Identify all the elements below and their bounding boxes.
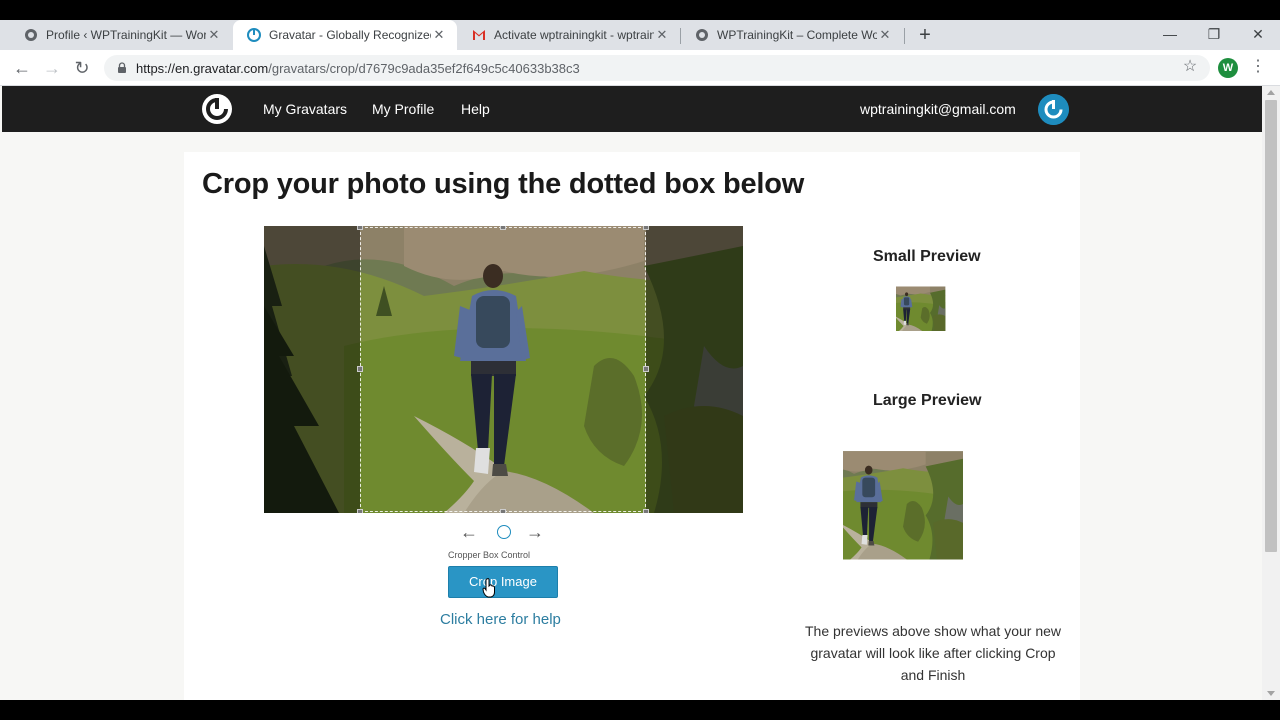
- lock-icon: [118, 62, 126, 73]
- browser-toolbar: ← → ↻ https://en.gravatar.com/gravatars/…: [0, 50, 1280, 86]
- center-circle-icon[interactable]: [497, 525, 511, 539]
- reload-button[interactable]: ↻: [70, 56, 94, 80]
- close-window-button[interactable]: ✕: [1236, 20, 1280, 50]
- page-viewport: My Gravatars My Profile Help wptrainingk…: [0, 86, 1262, 700]
- screen: Profile ‹ WPTrainingKit — WordPress ✕ Gr…: [0, 0, 1280, 720]
- large-preview-image: [843, 416, 1023, 596]
- restore-button[interactable]: ❐: [1192, 20, 1236, 50]
- gravatar-logo-icon[interactable]: [200, 92, 234, 126]
- wordpress-globe-icon: [24, 28, 38, 42]
- bookmark-star-icon[interactable]: ☆: [1180, 57, 1200, 77]
- browser-menu-icon[interactable]: ⋮: [1250, 57, 1266, 77]
- hand-cursor-icon: [482, 578, 495, 598]
- cropper-box-control: ← →: [460, 523, 550, 542]
- close-icon[interactable]: ✕: [431, 27, 447, 43]
- nav-my-gravatars[interactable]: My Gravatars: [263, 101, 347, 117]
- scroll-thumb[interactable]: [1265, 100, 1277, 552]
- cropper-box-label: Cropper Box Control: [448, 550, 531, 560]
- url-path: /gravatars/crop/d7679c9ada35ef2f649c5c40…: [268, 60, 580, 76]
- new-tab-button[interactable]: +: [914, 24, 936, 46]
- crop-shade-right: [646, 226, 743, 513]
- browser-tab-gmail[interactable]: Activate wptrainingkit - wptrainingkit@g…: [458, 20, 680, 50]
- crop-handle-w[interactable]: [357, 366, 363, 372]
- tab-title: Gravatar - Globally Recognized Avatars: [269, 28, 431, 42]
- crop-image-area[interactable]: [264, 226, 743, 513]
- help-link[interactable]: Click here for help: [440, 611, 561, 628]
- back-button[interactable]: ←: [10, 56, 34, 80]
- crop-handle-e[interactable]: [643, 366, 649, 372]
- tab-title: Activate wptrainingkit - wptrainingkit@g…: [494, 28, 654, 42]
- preview-note: The previews above show what your new gr…: [804, 623, 1062, 683]
- crop-handle-n[interactable]: [500, 226, 506, 230]
- user-email[interactable]: wptrainingkit@gmail.com: [860, 101, 1016, 117]
- arrow-right-icon[interactable]: →: [526, 523, 544, 541]
- gravatar-header: My Gravatars My Profile Help wptrainingk…: [2, 86, 1262, 132]
- scroll-up-icon[interactable]: [1267, 90, 1275, 95]
- arrow-left-icon[interactable]: ←: [460, 523, 478, 541]
- page-title: Crop your photo using the dotted box bel…: [202, 168, 805, 200]
- browser-tab-wptrainingkit[interactable]: WPTrainingKit – Complete WordPress ✕: [681, 20, 903, 50]
- browser-tab-profile[interactable]: Profile ‹ WPTrainingKit — WordPress ✕: [10, 20, 232, 50]
- crop-selection-box[interactable]: [357, 226, 649, 513]
- crop-handle-ne[interactable]: [643, 226, 649, 230]
- browser-tab-strip: Profile ‹ WPTrainingKit — WordPress ✕ Gr…: [0, 20, 1280, 50]
- small-preview-title: Small Preview: [873, 248, 981, 265]
- close-icon[interactable]: ✕: [877, 27, 893, 43]
- minimize-button[interactable]: —: [1148, 20, 1192, 50]
- nav-my-profile[interactable]: My Profile: [372, 101, 434, 117]
- close-icon[interactable]: ✕: [654, 27, 670, 43]
- url-host: https://en.gravatar.com: [136, 60, 269, 76]
- crop-card: Crop your photo using the dotted box bel…: [184, 152, 1080, 700]
- crop-handle-nw[interactable]: [357, 226, 363, 230]
- crop-handle-se[interactable]: [643, 509, 649, 513]
- wordpress-globe-icon: [695, 28, 709, 42]
- tab-title: Profile ‹ WPTrainingKit — WordPress: [46, 28, 206, 42]
- crop-image-button[interactable]: Crop Image: [448, 566, 558, 598]
- browser-tab-gravatar[interactable]: Gravatar - Globally Recognized Avatars ✕: [233, 20, 457, 50]
- tab-separator: [904, 28, 905, 44]
- crop-handle-s[interactable]: [500, 509, 506, 513]
- large-preview-title: Large Preview: [873, 392, 982, 409]
- small-preview-image: [896, 272, 970, 346]
- user-gravatar-avatar[interactable]: [1038, 94, 1069, 125]
- gmail-icon: [472, 28, 486, 42]
- crop-handle-sw[interactable]: [357, 509, 363, 513]
- forward-button[interactable]: →: [40, 56, 64, 80]
- crop-shade-left: [264, 226, 360, 513]
- profile-avatar[interactable]: W: [1218, 58, 1238, 78]
- tab-title: WPTrainingKit – Complete WordPress: [717, 28, 877, 42]
- nav-help[interactable]: Help: [461, 101, 490, 117]
- close-icon[interactable]: ✕: [206, 27, 222, 43]
- gravatar-icon: [247, 28, 261, 42]
- address-bar[interactable]: https://en.gravatar.com/gravatars/crop/d…: [104, 55, 1210, 81]
- page-scrollbar[interactable]: [1262, 86, 1280, 700]
- scroll-down-icon[interactable]: [1267, 691, 1275, 696]
